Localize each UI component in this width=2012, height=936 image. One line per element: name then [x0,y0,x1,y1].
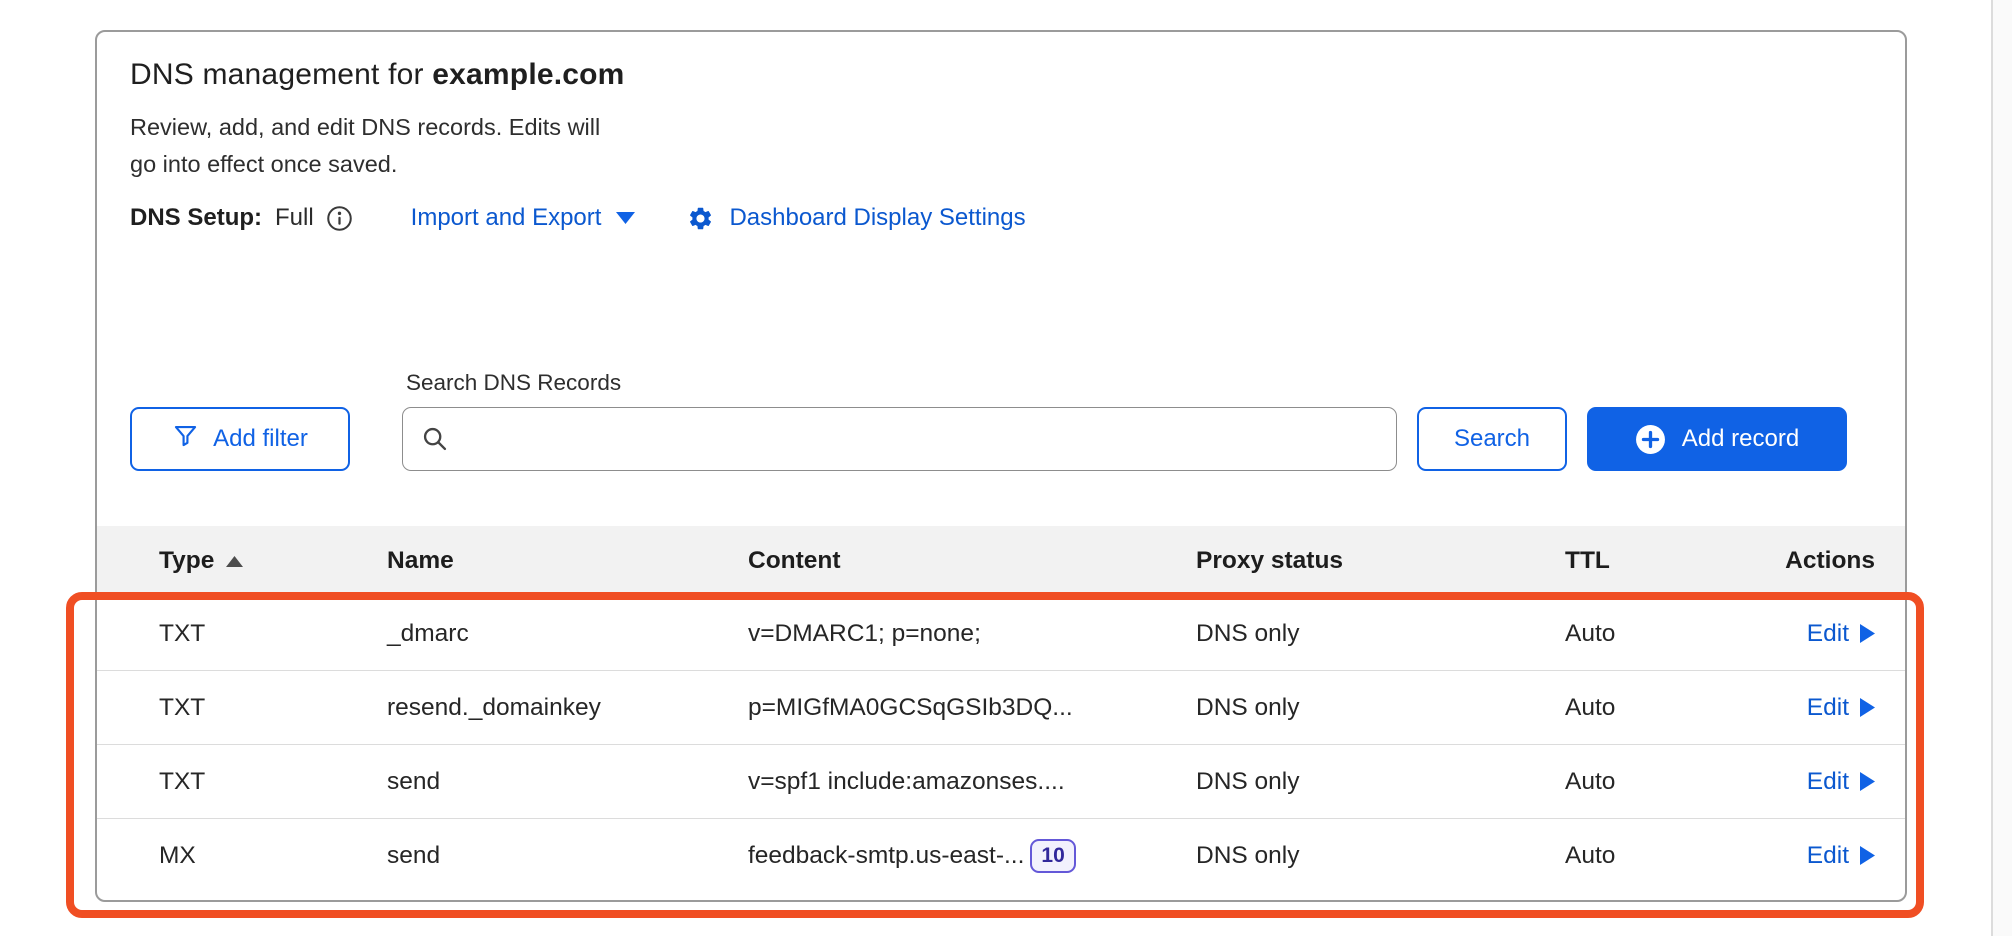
page-right-edge-divider [1991,0,2012,936]
cell-actions: Edit [1807,620,1905,648]
import-export-link[interactable]: Import and Export [411,204,636,232]
info-icon[interactable] [326,205,353,232]
column-header-ttl: TTL [1565,547,1763,575]
column-header-content: Content [748,547,1196,575]
description-line-1: Review, add, and edit DNS records. Edits… [130,109,1905,146]
gear-icon [687,205,714,232]
cell-name: send [387,768,748,796]
plus-circle-icon [1635,424,1666,455]
table-header-row: Type Name Content Proxy status TTL Actio… [97,526,1905,596]
page-title-domain: example.com [432,58,624,91]
cell-type: TXT [159,694,387,722]
cell-ttl: Auto [1565,768,1763,796]
dashboard-display-settings-link[interactable]: Dashboard Display Settings [687,204,1025,232]
cell-name: _dmarc [387,620,748,648]
search-input[interactable] [402,407,1397,471]
column-header-actions: Actions [1785,547,1905,575]
edit-label: Edit [1807,842,1849,870]
dns-setup-row: DNS Setup: Full Import and Export [130,204,1905,232]
caret-right-icon [1860,846,1875,865]
dns-records-table: Type Name Content Proxy status TTL Actio… [97,526,1905,892]
dns-management-card: DNS management for example.com Review, a… [95,30,1907,902]
column-header-type[interactable]: Type [159,547,387,575]
cell-name: send [387,842,748,870]
edit-record-link[interactable]: Edit [1807,842,1875,870]
page-title: DNS management for example.com [130,58,1905,92]
edit-record-link[interactable]: Edit [1807,694,1875,722]
page-description: Review, add, and edit DNS records. Edits… [130,109,1905,183]
description-line-2: go into effect once saved. [130,146,1905,183]
cell-ttl: Auto [1565,842,1763,870]
cell-content-text: feedback-smtp.us-east-... [748,842,1024,870]
search-input-wrap [402,407,1397,471]
cell-ttl: Auto [1565,620,1763,648]
cell-actions: Edit [1807,768,1905,796]
column-header-proxy-status: Proxy status [1196,547,1565,575]
cell-content: p=MIGfMA0GCSqGSIb3DQ... [748,694,1196,722]
dashboard-display-settings-label: Dashboard Display Settings [729,204,1025,232]
page-title-prefix: DNS management for [130,58,432,91]
dns-setup-label: DNS Setup: [130,204,262,232]
cell-type: MX [159,842,387,870]
cell-proxy-status: DNS only [1196,842,1565,870]
cell-content: v=spf1 include:amazonses.... [748,768,1196,796]
add-record-button[interactable]: Add record [1587,407,1847,471]
dns-management-page: DNS management for example.com Review, a… [0,0,2012,936]
edit-record-link[interactable]: Edit [1807,620,1875,648]
edit-label: Edit [1807,694,1849,722]
search-button-label: Search [1454,425,1530,453]
chevron-down-icon [616,212,635,224]
column-header-type-label: Type [159,547,214,575]
edit-label: Edit [1807,768,1849,796]
cell-ttl: Auto [1565,694,1763,722]
sort-ascending-icon [226,556,243,567]
search-icon [421,425,449,458]
search-toolbar: Add filter Search DNS Records Search [130,370,1905,471]
import-export-label: Import and Export [411,204,602,232]
add-filter-label: Add filter [213,425,308,453]
caret-right-icon [1860,624,1875,643]
search-field-group: Search DNS Records [402,370,1397,471]
add-filter-button[interactable]: Add filter [130,407,350,471]
cell-proxy-status: DNS only [1196,768,1565,796]
cell-content: feedback-smtp.us-east-... 10 [748,839,1196,873]
cell-content: v=DMARC1; p=none; [748,620,1196,648]
table-row: TXT send v=spf1 include:amazonses.... DN… [97,744,1905,818]
add-record-label: Add record [1682,425,1799,453]
filter-funnel-icon [172,422,199,456]
dns-setup-value: Full [275,204,314,232]
edit-record-link[interactable]: Edit [1807,768,1875,796]
mx-priority-badge: 10 [1030,839,1075,873]
cell-name: resend._domainkey [387,694,748,722]
cell-actions: Edit [1807,694,1905,722]
cell-type: TXT [159,620,387,648]
cell-proxy-status: DNS only [1196,694,1565,722]
cell-type: TXT [159,768,387,796]
table-row: MX send feedback-smtp.us-east-... 10 DNS… [97,818,1905,892]
cell-actions: Edit [1807,842,1905,870]
table-row: TXT resend._domainkey p=MIGfMA0GCSqGSIb3… [97,670,1905,744]
caret-right-icon [1860,772,1875,791]
table-row: TXT _dmarc v=DMARC1; p=none; DNS only Au… [97,596,1905,670]
search-button[interactable]: Search [1417,407,1567,471]
edit-label: Edit [1807,620,1849,648]
caret-right-icon [1860,698,1875,717]
column-header-name: Name [387,547,748,575]
cell-proxy-status: DNS only [1196,620,1565,648]
search-field-label: Search DNS Records [406,370,1397,396]
